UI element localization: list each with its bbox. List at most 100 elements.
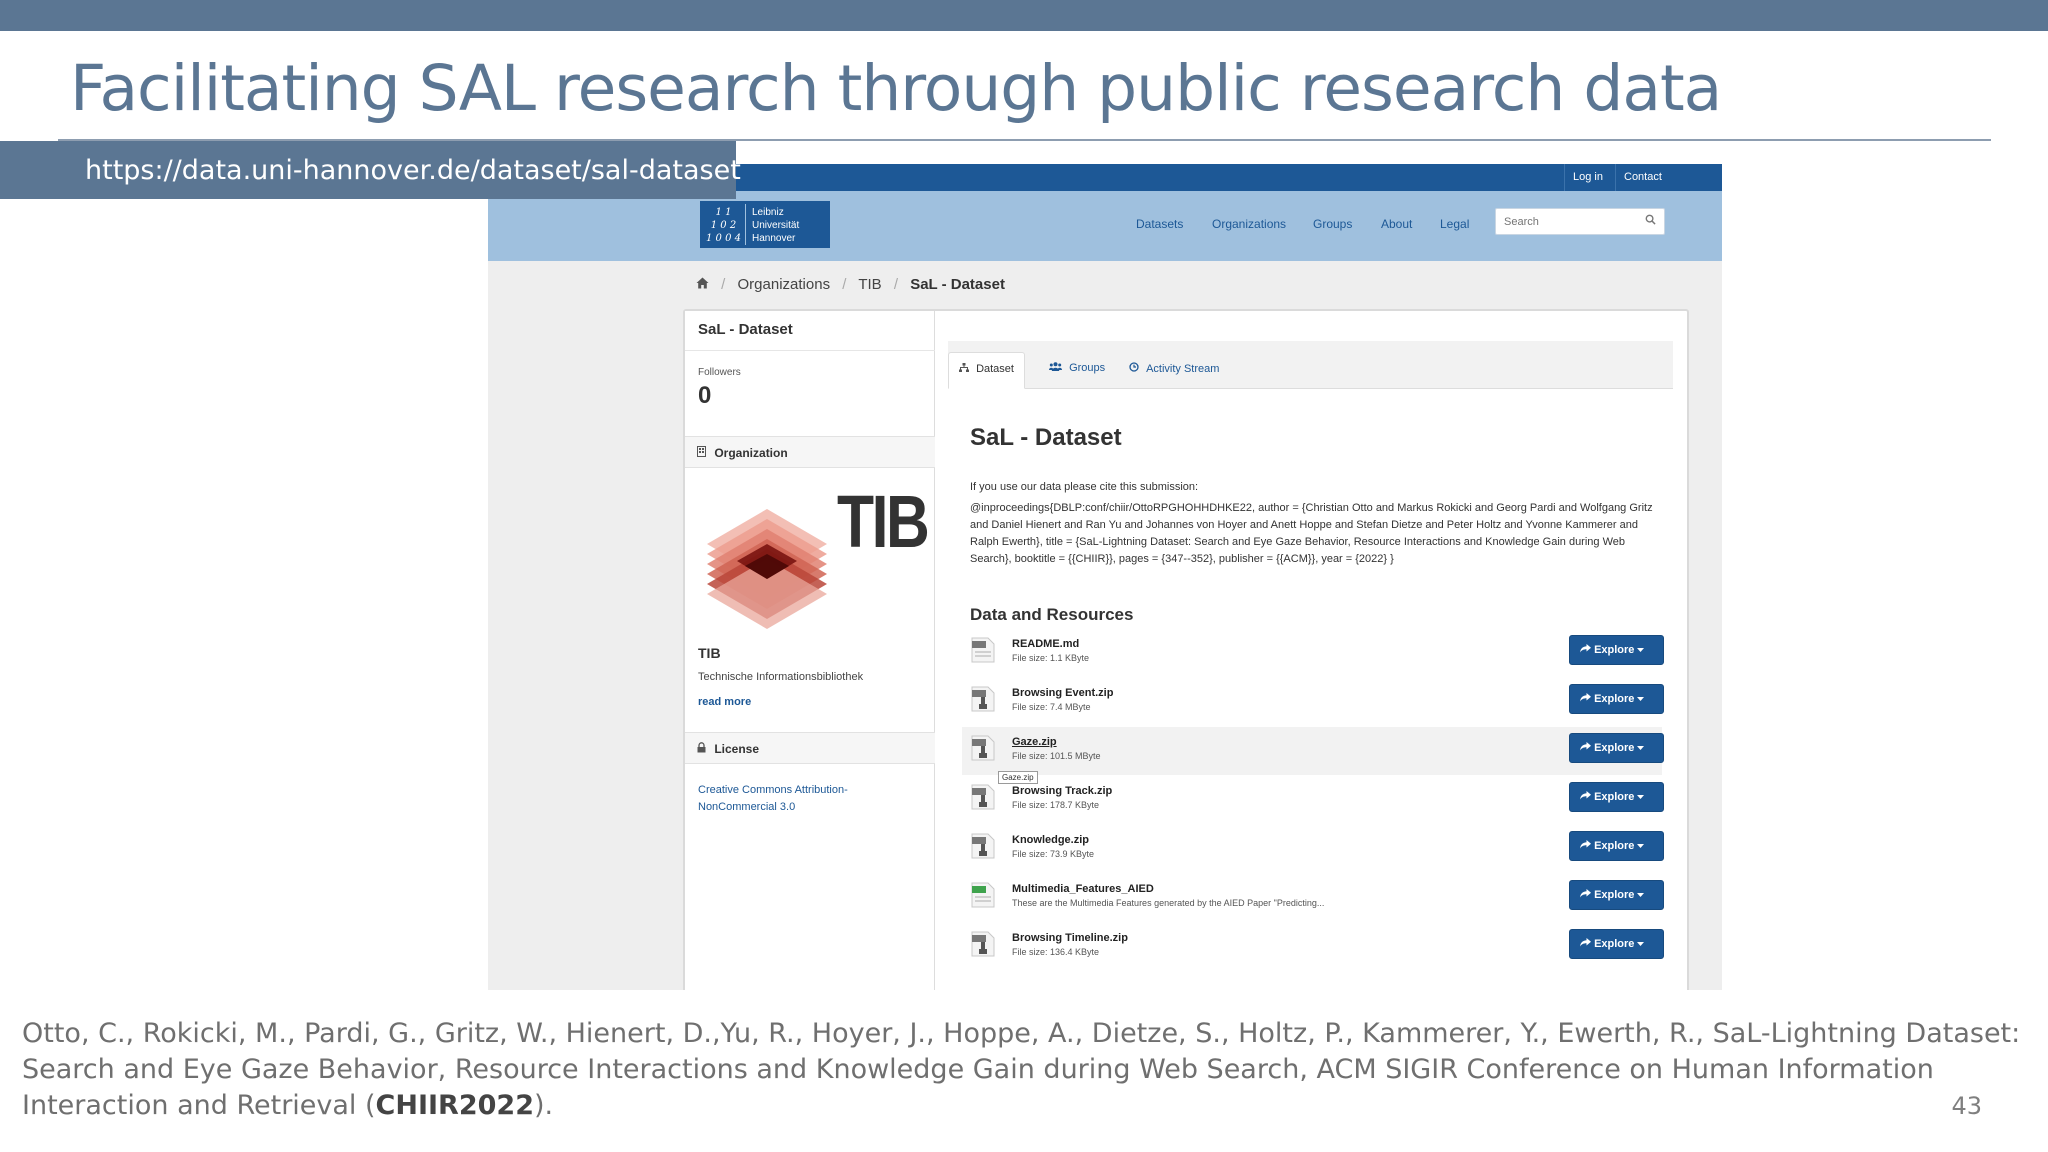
breadcrumb-separator: / <box>842 276 847 293</box>
org-name: TIB <box>698 645 721 661</box>
license-heading: License <box>685 732 935 764</box>
resource-name[interactable]: README.md <box>1012 638 1079 650</box>
license-link[interactable]: Creative Commons Attribution-NonCommerci… <box>698 782 918 816</box>
read-more-link[interactable]: read more <box>698 696 751 708</box>
breadcrumb-separator: / <box>721 276 726 293</box>
sidebar-dataset-title: SaL - Dataset <box>698 321 793 338</box>
file-format-icon <box>970 833 996 859</box>
file-format-icon <box>970 686 996 712</box>
dataset-content: Dataset Groups Activity Stream SaL - Dat… <box>936 311 1687 990</box>
organization-heading: Organization <box>685 436 935 468</box>
resource-name[interactable]: Multimedia_Features_AIED <box>1012 883 1154 895</box>
resource-detail: File size: 178.7 KByte <box>1012 800 1100 810</box>
resource-detail: File size: 7.4 MByte <box>1012 702 1091 712</box>
tab-dataset[interactable]: Dataset <box>948 352 1025 389</box>
caret-down-icon <box>1637 889 1645 901</box>
resource-detail: These are the Multimedia Features genera… <box>1012 898 1325 908</box>
resource-name[interactable]: Knowledge.zip <box>1012 834 1089 846</box>
file-format-icon <box>970 735 996 761</box>
login-link[interactable]: Log in <box>1573 171 1603 183</box>
file-format-icon <box>970 882 996 908</box>
nav-legal[interactable]: Legal <box>1440 217 1469 231</box>
dataset-tabs: Dataset Groups Activity Stream <box>948 341 1673 389</box>
resource-item[interactable]: Browsing Timeline.zip File size: 136.4 KB… <box>962 923 1664 971</box>
followers-label: Followers <box>698 367 741 378</box>
breadcrumb: / Organizations / TIB / SaL - Dataset <box>696 276 1013 293</box>
breadcrumb-separator: / <box>893 276 899 293</box>
dataset-title: SaL - Dataset <box>970 424 1122 451</box>
explore-button[interactable]: Explore <box>1569 635 1664 665</box>
portal-screenshot: Log in Contact 1 1 1 0 2 1 0 0 4 Leibniz… <box>488 164 1722 990</box>
breadcrumb-current[interactable]: SaL - Dataset <box>910 276 1005 293</box>
resource-name[interactable]: Gaze.zip <box>1012 736 1057 748</box>
caret-down-icon <box>1637 938 1645 950</box>
tib-logo-text: TIB <box>837 480 930 563</box>
share-icon <box>1580 791 1591 803</box>
resource-name[interactable]: Browsing Track.zip <box>1012 785 1112 797</box>
nav-organizations[interactable]: Organizations <box>1212 217 1286 231</box>
caret-down-icon <box>1637 644 1645 656</box>
paper-citation: Otto, C., Rokicki, M., Pardi, G., Gritz,… <box>22 1018 2021 1121</box>
explore-button[interactable]: Explore <box>1569 831 1664 861</box>
share-icon <box>1580 938 1591 950</box>
resource-tooltip: Gaze.zip <box>998 771 1038 784</box>
nav-about[interactable]: About <box>1381 217 1412 231</box>
followers-count: 0 <box>698 382 712 409</box>
resources-heading: Data and Resources <box>970 605 1134 624</box>
resource-item[interactable]: Multimedia_Features_AIED These are the Mu… <box>962 874 1664 922</box>
file-format-icon <box>970 784 996 810</box>
tab-groups[interactable]: Groups <box>1039 352 1115 389</box>
caret-down-icon <box>1637 693 1645 705</box>
citation-note: If you use our data please cite this sub… <box>970 481 1199 493</box>
luh-logo-text: Leibniz Universität Hannover <box>752 207 800 244</box>
slide-top-band <box>0 0 2048 31</box>
resource-detail: File size: 101.5 MByte <box>1012 751 1101 761</box>
luh-logo-mark: 1 1 1 0 2 1 0 0 4 <box>702 204 746 245</box>
nav-groups[interactable]: Groups <box>1313 217 1352 231</box>
share-icon <box>1580 840 1591 852</box>
share-icon <box>1580 889 1591 901</box>
resource-item[interactable]: Knowledge.zip File size: 73.9 KByte Explo… <box>962 825 1664 873</box>
resource-detail: File size: 1.1 KByte <box>1012 653 1090 663</box>
dataset-url-banner: https://data.uni-hannover.de/dataset/sal… <box>0 141 741 199</box>
dataset-panel: SaL - Dataset Followers 0 Organization T… <box>683 309 1689 990</box>
resource-item[interactable]: Browsing Event.zip File size: 7.4 MByte E… <box>962 678 1664 726</box>
explore-button[interactable]: Explore <box>1569 880 1664 910</box>
luh-logo[interactable]: 1 1 1 0 2 1 0 0 4 Leibniz Universität Ha… <box>700 201 830 248</box>
lock-icon <box>697 742 709 756</box>
bibtex-citation: @inproceedings{DBLP:conf/chiir/OttoRPGHO… <box>970 502 1653 565</box>
explore-button[interactable]: Explore <box>1569 733 1664 763</box>
portal-masthead: 1 1 1 0 2 1 0 0 4 Leibniz Universität Ha… <box>488 191 1722 261</box>
search-icon[interactable] <box>1645 214 1656 228</box>
resource-detail: File size: 136.4 KByte <box>1012 947 1100 957</box>
share-icon <box>1580 693 1591 705</box>
building-icon <box>697 446 709 460</box>
explore-button[interactable]: Explore <box>1569 782 1664 812</box>
clock-icon <box>1129 362 1142 375</box>
explore-button[interactable]: Explore <box>1569 684 1664 714</box>
tib-logo-graphic[interactable] <box>697 499 837 639</box>
explore-button[interactable]: Explore <box>1569 929 1664 959</box>
nav-datasets[interactable]: Datasets <box>1136 217 1183 231</box>
resource-name[interactable]: Browsing Timeline.zip <box>1012 932 1128 944</box>
dataset-sidebar: SaL - Dataset Followers 0 Organization T… <box>685 311 935 990</box>
search-input[interactable] <box>1496 209 1636 234</box>
resource-name[interactable]: Browsing Event.zip <box>1012 687 1113 699</box>
caret-down-icon <box>1637 742 1645 754</box>
citation-venue: CHIIR2022 <box>375 1090 534 1121</box>
slide-title: Facilitating SAL research through public… <box>70 52 1722 125</box>
breadcrumb-tib[interactable]: TIB <box>858 276 881 293</box>
share-icon <box>1580 644 1591 656</box>
caret-down-icon <box>1637 791 1645 803</box>
home-icon[interactable] <box>696 276 713 293</box>
contact-link[interactable]: Contact <box>1624 171 1662 183</box>
resource-item[interactable]: Browsing Track.zip File size: 178.7 KByte… <box>962 776 1664 824</box>
resource-item[interactable]: Gaze.zip File size: 101.5 MByte Explore G… <box>962 727 1664 784</box>
resource-item[interactable]: README.md File size: 1.1 KByte Explore <box>962 629 1664 677</box>
org-description: Technische Informationsbibliothek <box>698 671 864 683</box>
breadcrumb-organizations[interactable]: Organizations <box>738 276 831 293</box>
sidebar-divider <box>685 350 935 351</box>
top-bar-divider <box>1564 164 1565 191</box>
tab-activity-stream[interactable]: Activity Stream <box>1119 352 1229 389</box>
sitemap-icon <box>959 363 972 375</box>
